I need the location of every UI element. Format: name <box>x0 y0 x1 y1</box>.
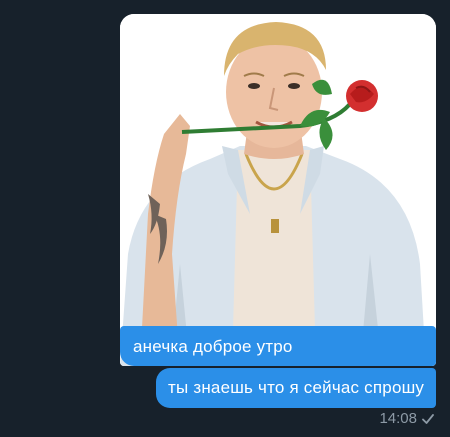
message-meta: 14:08 <box>379 410 434 428</box>
portrait-photo <box>120 14 436 366</box>
message-bubble[interactable]: ты знаешь что я сейчас спрошу <box>156 368 436 408</box>
message-text: анечка доброе утро <box>133 337 293 356</box>
message-time: 14:08 <box>379 410 417 427</box>
message-bubble[interactable]: анечка доброе утро <box>120 326 436 366</box>
check-icon <box>422 414 434 424</box>
photo-message[interactable] <box>120 14 436 366</box>
chat-view: анечка доброе утро ты знаешь что я сейча… <box>0 0 450 437</box>
message-text: ты знаешь что я сейчас спрошу <box>168 378 425 397</box>
